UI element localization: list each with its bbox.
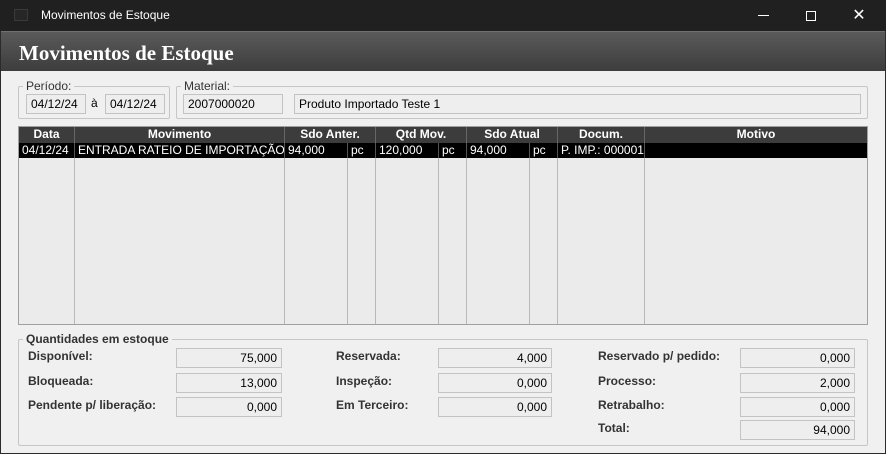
reservada-field[interactable]: 4,000 xyxy=(438,348,552,368)
cell-sdo-atual: 94,000 xyxy=(467,143,530,158)
reservada-label: Reservada: xyxy=(336,349,401,363)
cell-motivo xyxy=(645,143,867,158)
cell-qtd-mov: 120,000 xyxy=(376,143,439,158)
cell-movimento: ENTRADA RATEIO DE IMPORTAÇÃO xyxy=(75,143,285,158)
col-header-sdo-atual[interactable]: Sdo Atual xyxy=(467,127,558,143)
page-title: Movimentos de Estoque xyxy=(19,41,234,65)
cell-qtd-mov-unit: pc xyxy=(439,143,467,158)
pendente-label: Pendente p/ liberação: xyxy=(28,398,157,412)
material-label: Material: xyxy=(184,79,231,93)
maximize-button[interactable] xyxy=(788,0,834,31)
grid-line xyxy=(557,158,558,324)
total-field[interactable]: 94,000 xyxy=(740,420,855,440)
col-header-motivo[interactable]: Motivo xyxy=(645,127,867,143)
table-row[interactable]: 04/12/24 ENTRADA RATEIO DE IMPORTAÇÃO 94… xyxy=(19,143,867,158)
periodo-label: Período: xyxy=(26,79,72,93)
minimize-icon xyxy=(757,15,769,16)
periodo-from-field[interactable]: 04/12/24 xyxy=(26,94,86,114)
grid-line xyxy=(347,158,348,324)
disponivel-field[interactable]: 75,000 xyxy=(176,348,282,368)
cell-data: 04/12/24 xyxy=(19,143,75,158)
periodo-to-field[interactable]: 04/12/24 xyxy=(105,94,165,114)
header-band: Movimentos de Estoque xyxy=(1,31,885,71)
grid-line xyxy=(74,158,75,324)
grid-line xyxy=(644,158,645,324)
cell-sdo-anter: 94,000 xyxy=(285,143,348,158)
grid-line xyxy=(529,158,530,324)
periodo-separator: à xyxy=(91,96,98,110)
disponivel-label: Disponível: xyxy=(28,349,93,363)
col-header-docum[interactable]: Docum. xyxy=(558,127,645,143)
retrabalho-label: Retrabalho: xyxy=(598,398,665,412)
cell-sdo-atual-unit: pc xyxy=(530,143,558,158)
cell-docum: P. IMP.: 000001 xyxy=(558,143,645,158)
close-button[interactable]: ✕ xyxy=(836,0,882,31)
em-terceiro-field[interactable]: 0,000 xyxy=(438,397,552,417)
grid-line xyxy=(284,158,285,324)
material-code-field[interactable]: 2007000020 xyxy=(183,94,283,114)
retrabalho-field[interactable]: 0,000 xyxy=(740,397,855,417)
col-header-sdo-anter[interactable]: Sdo Anter. xyxy=(285,127,376,143)
reservado-pedido-field[interactable]: 0,000 xyxy=(740,348,855,368)
col-header-qtd-mov[interactable]: Qtd Mov. xyxy=(376,127,467,143)
app-icon xyxy=(14,9,28,21)
processo-label: Processo: xyxy=(598,374,657,388)
pendente-field[interactable]: 0,000 xyxy=(176,397,282,417)
processo-field[interactable]: 2,000 xyxy=(740,373,855,393)
inspecao-field[interactable]: 0,000 xyxy=(438,373,552,393)
cell-sdo-anter-unit: pc xyxy=(348,143,376,158)
title-bar: Movimentos de Estoque ✕ xyxy=(0,0,886,31)
inspecao-label: Inspeção: xyxy=(336,374,393,388)
grid-line xyxy=(466,158,467,324)
reservado-pedido-label: Reservado p/ pedido: xyxy=(598,349,721,363)
quantidades-label: Quantidades em estoque xyxy=(26,332,169,346)
window-title: Movimentos de Estoque xyxy=(41,8,170,22)
grid-line xyxy=(438,158,439,324)
em-terceiro-label: Em Terceiro: xyxy=(336,398,409,412)
grid-header: Data Movimento Sdo Anter. Qtd Mov. Sdo A… xyxy=(19,127,867,143)
grid-line xyxy=(375,158,376,324)
col-header-movimento[interactable]: Movimento xyxy=(75,127,285,143)
material-description-field[interactable]: Produto Importado Teste 1 xyxy=(294,94,861,114)
client-area: Período: 04/12/24 à 04/12/24 Material: 2… xyxy=(1,71,885,453)
close-icon: ✕ xyxy=(852,6,866,24)
movements-grid[interactable]: Data Movimento Sdo Anter. Qtd Mov. Sdo A… xyxy=(18,126,868,325)
bloqueada-field[interactable]: 13,000 xyxy=(176,373,282,393)
total-label: Total: xyxy=(598,421,630,435)
bloqueada-label: Bloqueada: xyxy=(28,374,94,388)
col-header-data[interactable]: Data xyxy=(19,127,75,143)
maximize-icon xyxy=(806,10,816,21)
minimize-button[interactable] xyxy=(740,0,786,31)
